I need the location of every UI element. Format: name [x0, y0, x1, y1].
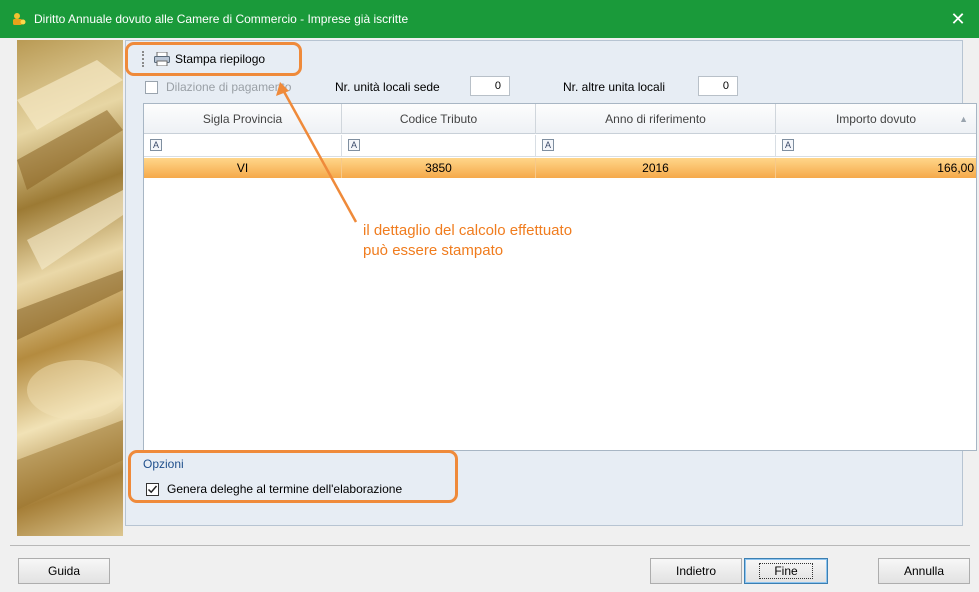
annotation-line-1: il dettaglio del calcolo effettuato [363, 222, 573, 239]
annotation-arrow [276, 82, 358, 223]
annotation-text: il dettaglio del calcolo effettuato può … [363, 221, 572, 261]
annotation-line-2: può essere stampato [363, 242, 504, 259]
